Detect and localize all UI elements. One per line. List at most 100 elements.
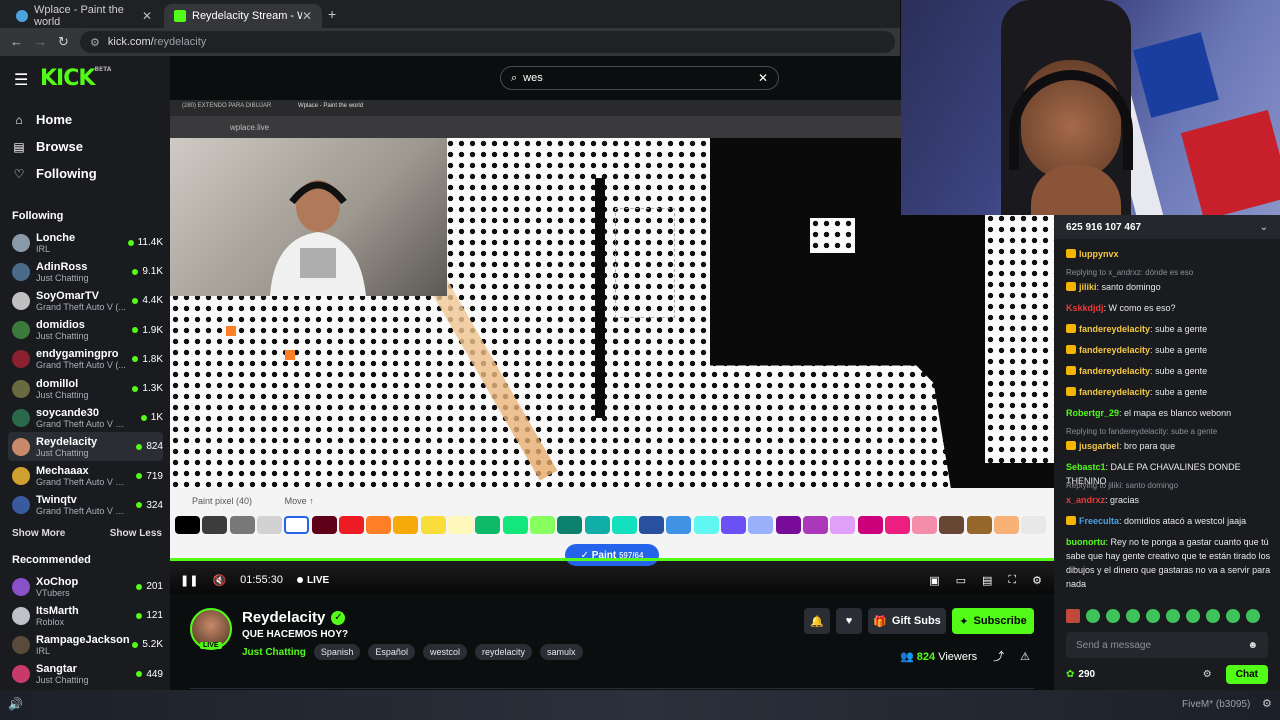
color-swatch[interactable]: [202, 516, 228, 534]
sidebar-channel-domidios[interactable]: domidios Just Chatting 1.9K: [8, 316, 163, 345]
chat-username[interactable]: jiliki: [1079, 282, 1097, 292]
volume-icon[interactable]: 🔊: [8, 697, 23, 711]
chat-username[interactable]: x_andrxz: [1066, 495, 1105, 505]
emoji-icon[interactable]: ☻: [1247, 640, 1258, 651]
chat-username[interactable]: Sebastc1: [1066, 462, 1106, 472]
chat-username[interactable]: Freeculta: [1079, 516, 1119, 526]
sidebar-channel-mechaaax[interactable]: Mechaaax Grand Theft Auto V (G... 719: [8, 462, 163, 491]
paint-button[interactable]: ✓ Paint 597/64: [565, 544, 659, 566]
send-chat-button[interactable]: Chat: [1225, 665, 1268, 684]
clear-search-icon[interactable]: ✕: [758, 71, 768, 85]
color-swatch[interactable]: [229, 516, 255, 534]
color-swatch[interactable]: [748, 516, 774, 534]
chat-username[interactable]: fandereydelacity: [1079, 345, 1150, 355]
emote-icon[interactable]: [1146, 609, 1160, 623]
color-swatch[interactable]: [393, 516, 419, 534]
color-swatch[interactable]: [1021, 516, 1047, 534]
color-swatch[interactable]: [721, 516, 746, 534]
settings-icon[interactable]: ⚙: [1032, 574, 1042, 587]
mini-player-icon[interactable]: ▣: [929, 574, 939, 587]
emote-icon[interactable]: [1186, 609, 1200, 623]
color-swatch[interactable]: [311, 516, 337, 534]
sidebar-channel-soyomartv[interactable]: SoyOmarTV Grand Theft Auto V (... 4.4K: [8, 286, 163, 315]
color-swatch[interactable]: [830, 516, 856, 534]
subscribe-button[interactable]: ✦ Subscribe: [952, 608, 1034, 634]
pause-icon[interactable]: ❚❚: [180, 574, 198, 587]
site-info-icon[interactable]: ⚙: [90, 36, 100, 49]
chat-username[interactable]: fandereydelacity: [1079, 366, 1150, 376]
address-bar[interactable]: ⚙ kick.com/reydelacity: [80, 31, 895, 53]
color-swatch[interactable]: [611, 516, 637, 534]
close-icon[interactable]: ✕: [142, 9, 152, 23]
emote-icon[interactable]: [1226, 609, 1240, 623]
color-swatch[interactable]: [529, 516, 555, 534]
tag-pill[interactable]: samulx: [540, 644, 583, 660]
reload-icon[interactable]: ↻: [58, 34, 69, 50]
show-more-button[interactable]: Show More: [12, 528, 65, 539]
color-swatch[interactable]: [420, 516, 446, 534]
sidebar-channel-soycande30[interactable]: soycande30Grand Theft Auto V (GTA)1K: [8, 403, 163, 432]
color-swatch[interactable]: [448, 516, 473, 534]
tray-icon[interactable]: ⚙: [1262, 697, 1272, 710]
chat-username[interactable]: luppynvx: [1079, 249, 1119, 259]
color-swatch[interactable]: [557, 516, 583, 534]
tag-pill[interactable]: reydelacity: [474, 644, 532, 660]
color-swatch[interactable]: [475, 516, 501, 534]
emote-icon[interactable]: [1106, 609, 1120, 623]
chat-username[interactable]: fandereydelacity: [1079, 324, 1150, 334]
color-swatch[interactable]: [775, 516, 801, 534]
color-swatch[interactable]: [256, 516, 282, 534]
kick-logo[interactable]: KICKBETA: [40, 66, 111, 91]
sidebar-channel-domillol[interactable]: domillol Just Chatting 1.3K: [8, 374, 163, 403]
color-swatch[interactable]: [857, 516, 883, 534]
follow-button[interactable]: ♥: [836, 608, 862, 634]
chevron-down-icon[interactable]: ⌄: [1260, 222, 1268, 233]
sidebar-channel-twinqtv[interactable]: Twinqtv Grand Theft Auto V (G... 324: [8, 491, 163, 520]
video-progress-bar[interactable]: [170, 558, 1054, 561]
clip-icon[interactable]: ▤: [982, 574, 992, 587]
color-swatch[interactable]: [939, 516, 965, 534]
category-link[interactable]: Just Chatting: [242, 647, 306, 658]
nav-following[interactable]: ♡ Following: [12, 166, 97, 181]
color-swatch[interactable]: [366, 516, 392, 534]
chat-username[interactable]: Robertgr_29: [1066, 408, 1119, 418]
chat-username[interactable]: Kskkdjdj: [1066, 303, 1104, 313]
sidebar-channel-rampagejackson[interactable]: RampageJackson IRL 5.2K: [8, 630, 163, 659]
fullscreen-icon[interactable]: ⛶: [1008, 574, 1016, 587]
chat-settings-icon[interactable]: ⚙: [1203, 669, 1212, 680]
chat-username[interactable]: buonortu: [1066, 537, 1106, 547]
chat-username[interactable]: jusgarbel: [1079, 441, 1119, 451]
color-swatch[interactable]: [966, 516, 992, 534]
tag-pill[interactable]: westcol: [422, 644, 467, 660]
color-swatch[interactable]: [912, 516, 938, 534]
chat-username[interactable]: fandereydelacity: [1079, 387, 1150, 397]
color-swatch[interactable]: [284, 516, 310, 534]
nav-home[interactable]: ⌂ Home: [12, 112, 72, 127]
sidebar-channel-sangtar[interactable]: Sangtar Just Chatting 449: [8, 660, 163, 689]
chat-message-input[interactable]: Send a message ☻: [1066, 632, 1268, 658]
search-input[interactable]: ⌕ wes ✕: [500, 66, 779, 90]
tab-kick[interactable]: Reydelacity Stream - Watch Liv ✕: [164, 4, 322, 28]
sidebar-channel-adinross[interactable]: AdinRoss Just Chatting 9.1K: [8, 257, 163, 286]
streamer-name[interactable]: Reydelacity ✓: [242, 609, 346, 626]
hamburger-menu-icon[interactable]: ☰: [14, 70, 28, 90]
pinned-message[interactable]: 625 916 107 467 ⌄: [1054, 215, 1280, 239]
emote-icon[interactable]: [1206, 609, 1220, 623]
sidebar-channel-itsmarth[interactable]: ItsMarth Roblox 121: [8, 601, 163, 630]
sidebar-channel-reydelacity[interactable]: Reydelacity Just Chatting 824: [8, 432, 163, 462]
close-icon[interactable]: ✕: [302, 9, 312, 23]
back-icon[interactable]: ←: [10, 34, 23, 49]
sidebar-channel-xochop[interactable]: XoChop VTubers 201: [8, 572, 163, 601]
theater-mode-icon[interactable]: ▭: [956, 574, 966, 587]
notification-bell-button[interactable]: 🔔: [804, 608, 830, 634]
gift-subs-button[interactable]: 🎁 Gift Subs: [868, 608, 946, 634]
emote-icon[interactable]: [1066, 609, 1080, 623]
emote-icon[interactable]: [1246, 609, 1260, 623]
color-swatch[interactable]: [639, 516, 665, 534]
nav-browse[interactable]: ▤ Browse: [12, 139, 83, 154]
emote-icon[interactable]: [1126, 609, 1140, 623]
tab-wplace[interactable]: Wplace - Paint the world ✕: [6, 4, 162, 28]
tag-pill[interactable]: Spanish: [313, 644, 361, 660]
sidebar-channel-lonche[interactable]: Lonche IRL 11.4K: [8, 228, 163, 257]
color-swatch[interactable]: [175, 516, 200, 534]
